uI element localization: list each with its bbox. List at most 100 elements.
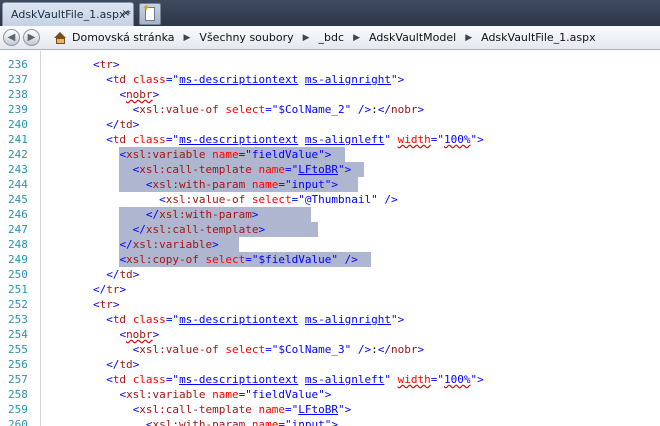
code-token: ms-descriptiontext bbox=[179, 313, 299, 326]
code-line[interactable]: 237 <td class="ms-descriptiontext ms-alig… bbox=[0, 72, 660, 87]
breadcrumb-item-model[interactable]: AdskVaultModel bbox=[369, 31, 456, 44]
code-line[interactable]: 246 </xsl:with-param> bbox=[0, 207, 660, 222]
code-line[interactable]: 257 <td class="ms-descriptiontext ms-alig… bbox=[0, 372, 660, 387]
code-editor[interactable]: 236 <tr> 237 <td class="ms-descriptiontext … bbox=[0, 51, 660, 426]
code-text: </xsl:with-param> bbox=[146, 207, 259, 222]
breadcrumb-item-bdc[interactable]: _bdc bbox=[319, 31, 345, 44]
code-line[interactable]: 250 </td> bbox=[0, 267, 660, 282]
back-button[interactable]: ◀ bbox=[3, 29, 20, 46]
code-line[interactable]: 236 <tr> bbox=[0, 57, 660, 72]
code-token: nobr bbox=[126, 88, 153, 101]
line-number: 241 bbox=[8, 133, 28, 146]
code-token: nobr bbox=[391, 343, 418, 356]
code-token: > bbox=[132, 118, 140, 131]
chevron-right-icon[interactable]: ▶ bbox=[303, 33, 310, 43]
code-line[interactable]: 240 </td> bbox=[0, 117, 660, 132]
code-token: xsl:value-of bbox=[165, 193, 246, 206]
code-token: </ bbox=[92, 283, 107, 296]
code-token: < bbox=[106, 373, 113, 386]
code-line[interactable]: 259 <xsl:call-template name="LFtoBR"> bbox=[0, 402, 660, 417]
code-line[interactable]: 254 <nobr> bbox=[0, 327, 660, 342]
tab-label: AdskVaultFile_1.aspx* bbox=[11, 8, 132, 21]
code-line[interactable]: 258 <xsl:variable name="fieldValue"> bbox=[0, 387, 660, 402]
breadcrumb-item-all-files[interactable]: Všechny soubory bbox=[199, 31, 293, 44]
code-text: <td class="ms-descriptiontext ms-alignri… bbox=[106, 312, 404, 327]
code-token: </ bbox=[377, 103, 391, 116]
code-token: < bbox=[145, 418, 153, 426]
breadcrumb-item-file[interactable]: AdskVaultFile_1.aspx bbox=[481, 31, 596, 44]
line-number: 255 bbox=[8, 343, 28, 356]
code-line[interactable]: 251 </tr> bbox=[0, 282, 660, 297]
code-token: xsl:variable bbox=[126, 148, 206, 161]
code-token: xsl:call-template bbox=[145, 223, 259, 236]
code-token: td bbox=[119, 118, 133, 131]
code-line[interactable]: 256 </td> bbox=[0, 357, 660, 372]
code-token: /> bbox=[351, 343, 372, 356]
code-token: ms-descriptiontext bbox=[179, 133, 299, 146]
code-text: </td> bbox=[106, 267, 139, 282]
code-token: =" bbox=[165, 313, 180, 326]
code-token: > bbox=[258, 223, 266, 236]
code-token: </ bbox=[106, 358, 120, 371]
code-token: class bbox=[132, 373, 166, 386]
code-token: /> bbox=[377, 193, 398, 206]
code-token: name bbox=[258, 163, 286, 176]
code-line[interactable]: 249 <xsl:copy-of select="$fieldValue" /> bbox=[0, 252, 660, 267]
code-text: <td class="ms-descriptiontext ms-alignle… bbox=[106, 132, 484, 147]
code-token: td bbox=[112, 313, 127, 326]
breadcrumb-item-home[interactable]: Domovská stránka bbox=[72, 31, 175, 44]
code-token: select bbox=[225, 343, 266, 356]
line-number: 236 bbox=[8, 58, 28, 71]
code-line[interactable]: 247 </xsl:call-template> bbox=[0, 222, 660, 237]
code-token: < bbox=[106, 73, 113, 86]
code-text: </tr> bbox=[93, 282, 126, 297]
code-token: =" bbox=[165, 373, 180, 386]
code-line[interactable]: 241 <td class="ms-descriptiontext ms-alig… bbox=[0, 132, 660, 147]
chevron-right-icon[interactable]: ▶ bbox=[184, 33, 191, 43]
forward-button[interactable]: ▶ bbox=[23, 29, 40, 46]
code-text: <nobr> bbox=[119, 327, 159, 342]
line-number: 245 bbox=[8, 193, 28, 206]
code-token: td bbox=[119, 268, 133, 281]
code-line[interactable]: 253 <td class="ms-descriptiontext ms-alig… bbox=[0, 312, 660, 327]
code-token: xsl:variable bbox=[132, 238, 213, 251]
tab-adskvaultfile[interactable]: AdskVaultFile_1.aspx* × bbox=[2, 2, 134, 26]
code-line[interactable]: 252 <tr> bbox=[0, 297, 660, 312]
line-number: 240 bbox=[8, 118, 28, 131]
code-token: name bbox=[251, 178, 279, 191]
code-line[interactable]: 255 <xsl:value-of select="$ColName_3" />:… bbox=[0, 342, 660, 357]
code-token: > bbox=[152, 328, 160, 341]
new-document-button[interactable]: ✦ bbox=[139, 3, 161, 25]
close-icon[interactable]: × bbox=[122, 8, 130, 19]
code-token: LFtoBR bbox=[298, 403, 339, 416]
code-token: </ bbox=[106, 118, 120, 131]
code-token: > bbox=[324, 148, 332, 161]
code-token: name bbox=[212, 388, 239, 401]
code-token: td bbox=[112, 133, 127, 146]
code-token: select bbox=[251, 193, 292, 206]
code-token: < bbox=[145, 178, 153, 191]
code-token: ms-alignleft bbox=[304, 373, 385, 386]
code-line[interactable]: 245 <xsl:value-of select="@Thumbnail" /> bbox=[0, 192, 660, 207]
code-text: </xsl:variable> bbox=[119, 237, 218, 252]
code-line[interactable]: 248 </xsl:variable> bbox=[0, 237, 660, 252]
code-token: </ bbox=[119, 238, 133, 251]
code-token: </ bbox=[145, 208, 160, 221]
chevron-right-icon[interactable]: ▶ bbox=[465, 33, 472, 43]
code-token: > bbox=[152, 88, 160, 101]
code-line[interactable]: 238 <nobr> bbox=[0, 87, 660, 102]
code-line[interactable]: 239 <xsl:value-of select="$ColName_2" />:… bbox=[0, 102, 660, 117]
chevron-right-icon[interactable]: ▶ bbox=[353, 33, 360, 43]
code-line[interactable]: 260 <xsl:with-param name="input"> bbox=[0, 417, 660, 426]
code-line[interactable]: 244 <xsl:with-param name="input"> bbox=[0, 177, 660, 192]
code-line[interactable]: 243 <xsl:call-template name="LFtoBR"> bbox=[0, 162, 660, 177]
document-tab-strip: AdskVaultFile_1.aspx* × ✦ bbox=[0, 0, 660, 26]
line-number: 253 bbox=[8, 313, 28, 326]
code-text: <xsl:variable name="fieldValue"> bbox=[119, 387, 331, 402]
code-line[interactable]: 242 <xsl:variable name="fieldValue"> bbox=[0, 147, 660, 162]
line-number: 256 bbox=[8, 358, 28, 371]
